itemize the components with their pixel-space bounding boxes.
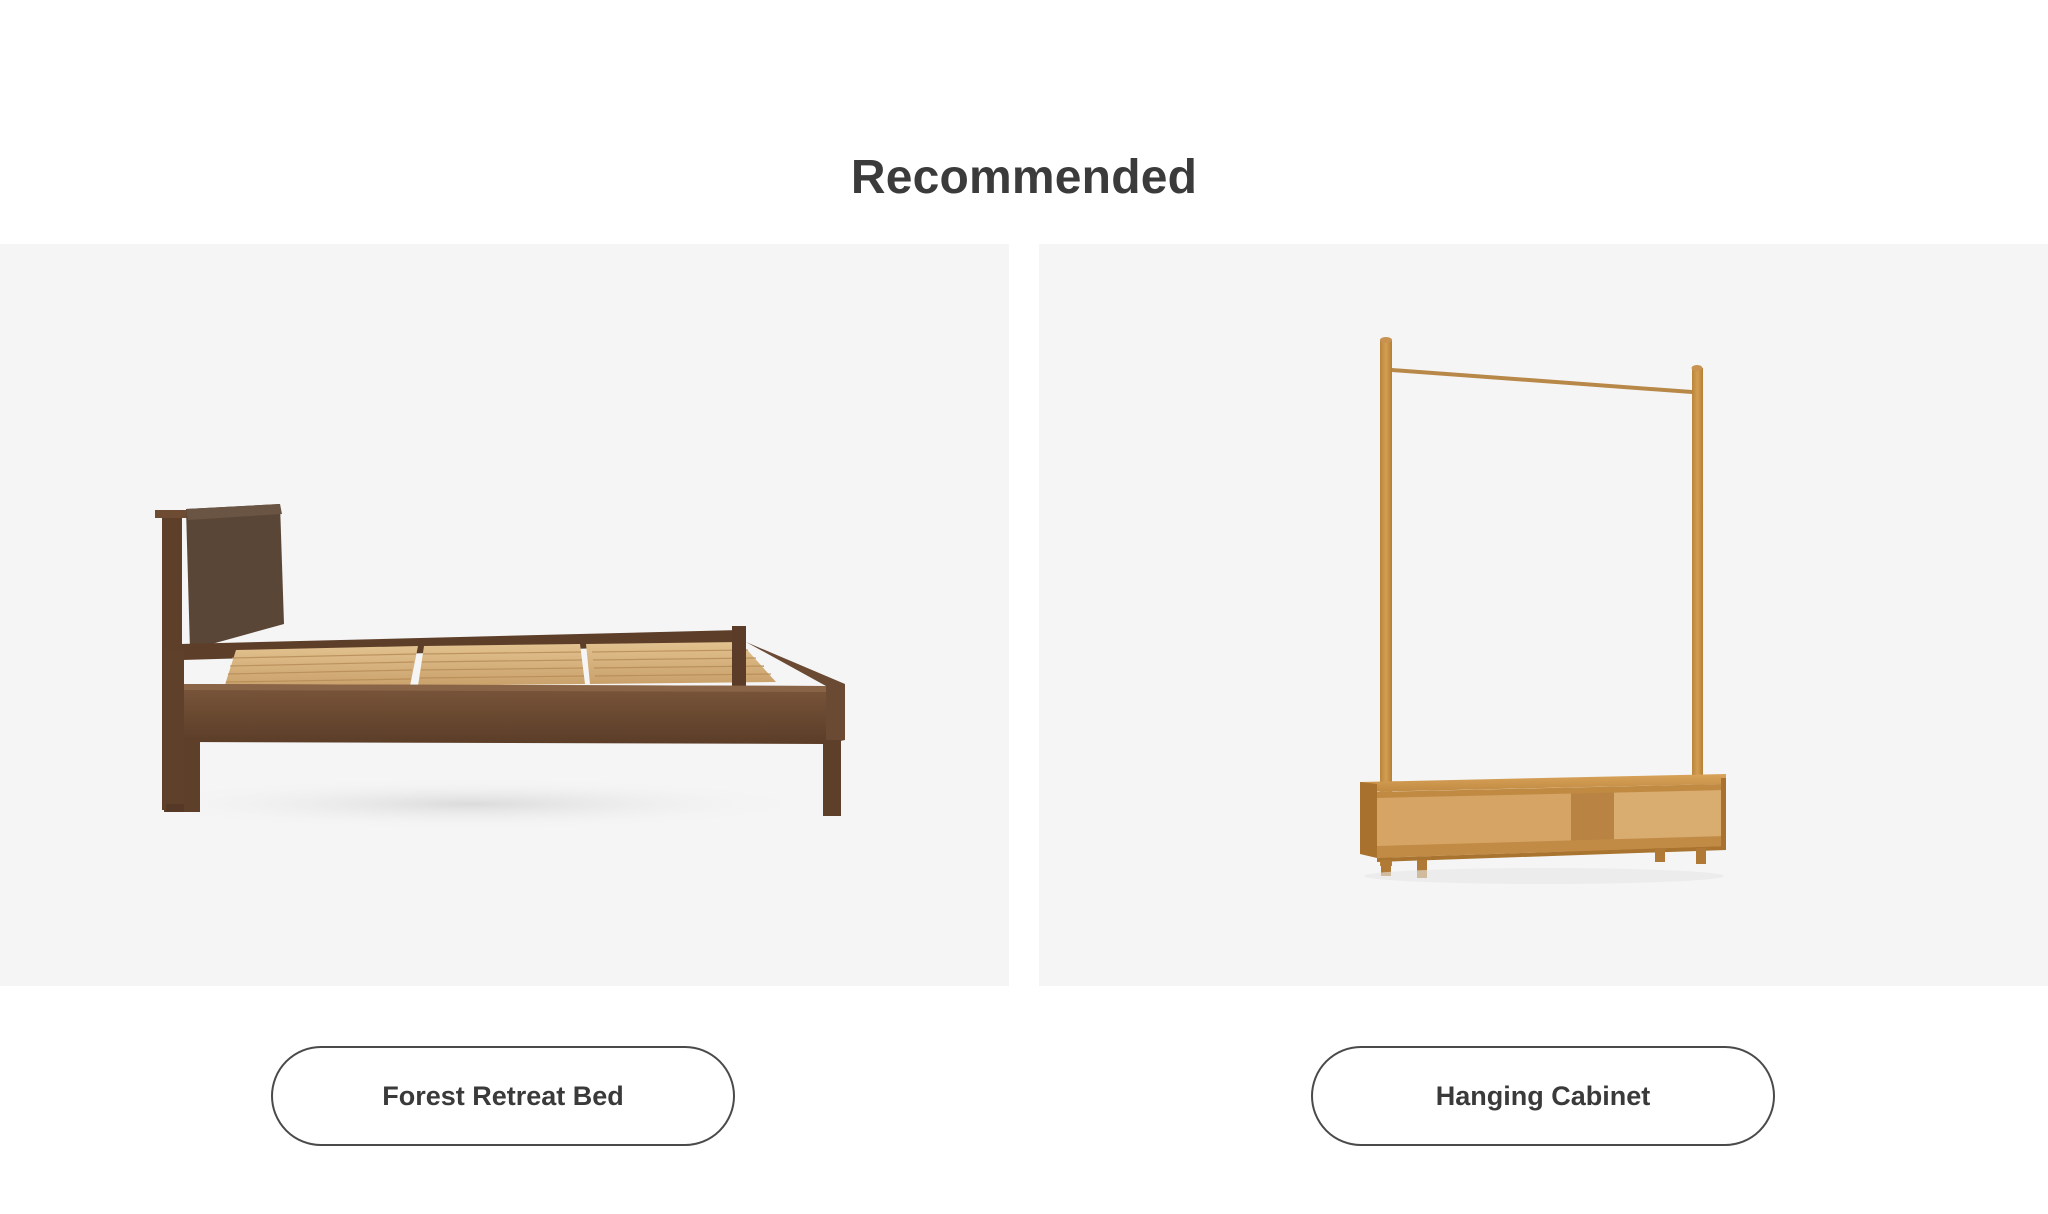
bed-product-image[interactable] [0,244,1009,986]
page-title: Recommended [850,150,1198,204]
product-card-hanging-cabinet[interactable] [1039,244,2048,986]
product-card-bed[interactable] [0,244,1009,986]
hanging-cabinet-label: Hanging Cabinet [1435,1080,1651,1111]
hanging-cabinet-button[interactable]: Hanging Cabinet [1311,1046,1775,1146]
forest-retreat-bed-button[interactable]: Forest Retreat Bed [271,1046,735,1146]
forest-retreat-bed-label: Forest Retreat Bed [382,1080,624,1111]
hanging-cabinet-product-image[interactable] [1039,244,2048,986]
